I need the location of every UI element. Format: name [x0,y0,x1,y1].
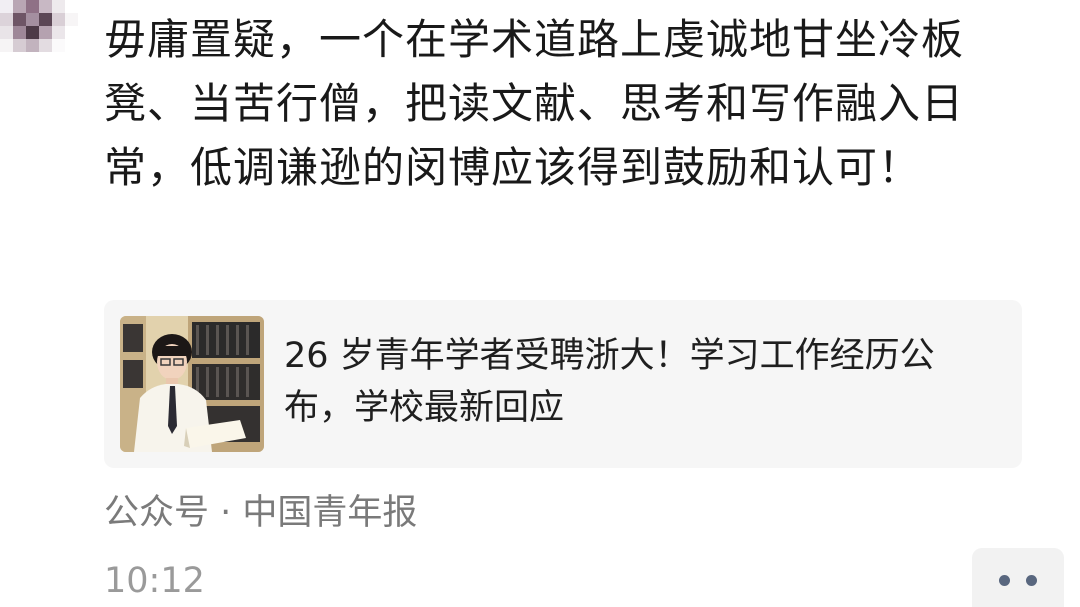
article-thumbnail [120,316,264,452]
article-title: 26 岁青年学者受聘浙大！学习工作经历公布，学校最新回应 [284,336,935,428]
shared-article-card[interactable]: 26 岁青年学者受聘浙大！学习工作经历公布，学校最新回应 [104,300,1022,468]
post-text: 毋庸置疑，一个在学术道路上虔诚地甘坐冷板凳、当苦行僧，把读文献、思考和写作融入日… [104,15,965,192]
more-dots-icon [999,575,1010,586]
moments-post: 毋庸置疑，一个在学术道路上虔诚地甘坐冷板凳、当苦行僧，把读文献、思考和写作融入日… [0,0,1080,607]
avatar[interactable] [0,0,78,54]
source-label[interactable]: 公众号 · 中国青年报 [104,488,417,538]
more-button[interactable] [972,548,1064,607]
post-time: 10:12 [104,561,205,601]
more-dots-icon-dot [1026,575,1037,586]
